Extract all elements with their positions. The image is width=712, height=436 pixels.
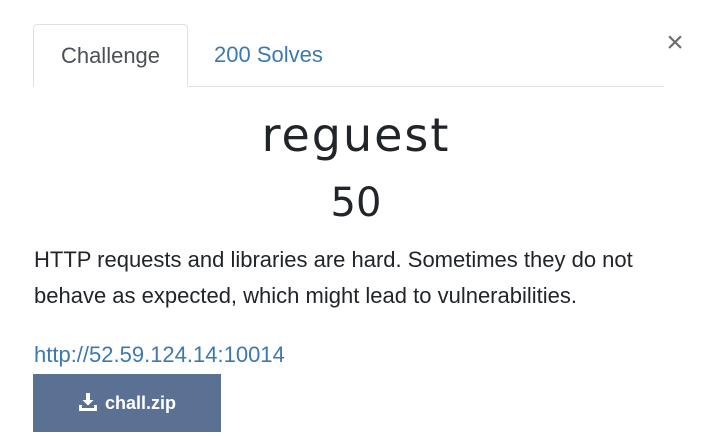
challenge-points: 50 <box>330 180 382 226</box>
tab-bar: Challenge 200 Solves <box>33 24 664 87</box>
challenge-name: reguest <box>261 108 451 162</box>
close-icon: × <box>666 26 684 59</box>
file-name-label: chall.zip <box>104 392 176 413</box>
tab-challenge[interactable]: Challenge <box>33 24 188 87</box>
download-icon <box>78 392 97 411</box>
challenge-description: HTTP requests and libraries are hard. So… <box>34 247 633 308</box>
tab-solves[interactable]: 200 Solves <box>188 24 348 85</box>
challenge-modal: × Challenge 200 Solves reguest 50 HTTP r… <box>0 0 712 436</box>
close-button[interactable]: × <box>662 28 688 58</box>
download-file-button[interactable]: chall.zip <box>33 374 221 432</box>
challenge-url-link[interactable]: http://52.59.124.14:10014 <box>34 340 285 370</box>
